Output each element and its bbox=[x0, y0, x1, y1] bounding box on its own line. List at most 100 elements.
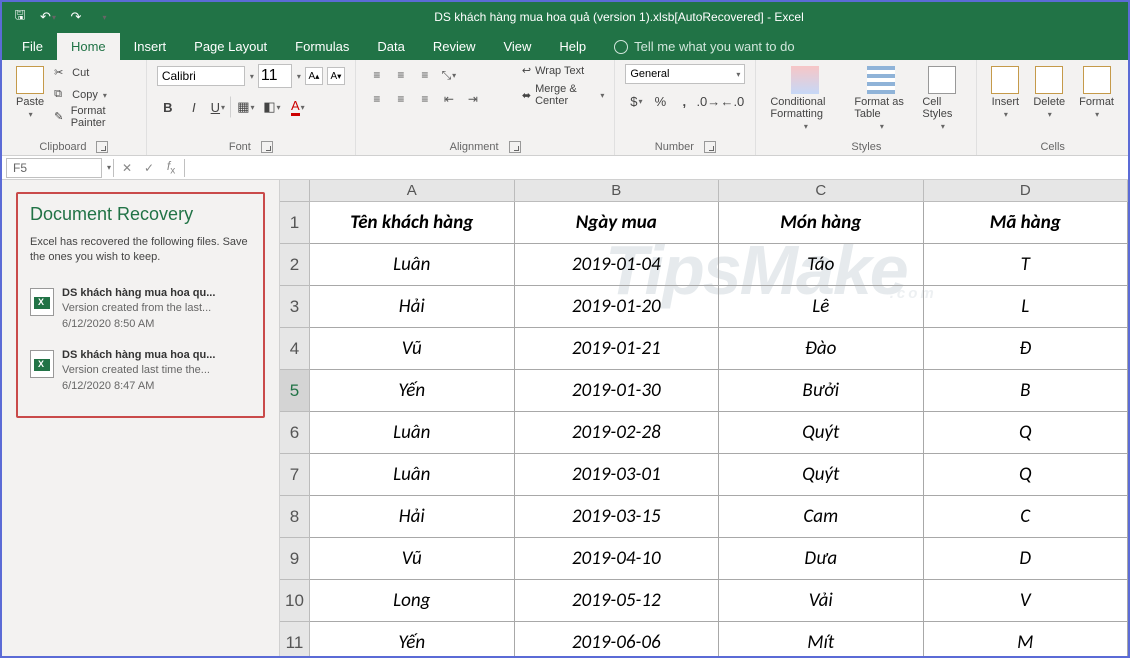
recovery-item[interactable]: DS khách hàng mua hoa qu...Version creat… bbox=[30, 278, 251, 340]
percent-format-button[interactable]: % bbox=[649, 90, 671, 112]
cell[interactable]: Món hàng bbox=[719, 202, 924, 244]
cell[interactable]: Quýt bbox=[719, 454, 924, 496]
cell[interactable]: 2019-03-15 bbox=[515, 496, 720, 538]
tab-file[interactable]: File bbox=[8, 33, 57, 60]
conditional-formatting-button[interactable]: Conditional Formatting▾ bbox=[766, 64, 844, 133]
comma-format-button[interactable]: , bbox=[673, 90, 695, 112]
cell[interactable]: M bbox=[924, 622, 1129, 656]
italic-button[interactable]: I bbox=[183, 96, 205, 118]
accounting-format-button[interactable]: $▾ bbox=[625, 90, 647, 112]
row-header[interactable]: 5 bbox=[280, 370, 310, 412]
cell[interactable]: Luân bbox=[310, 454, 515, 496]
bold-button[interactable]: B bbox=[157, 96, 179, 118]
cancel-formula-icon[interactable]: ✕ bbox=[116, 161, 138, 175]
cell[interactable]: Mã hàng bbox=[924, 202, 1129, 244]
align-bottom-button[interactable]: ≡ bbox=[414, 64, 436, 86]
font-color-button[interactable]: A▾ bbox=[287, 96, 309, 118]
underline-button[interactable]: U▾ bbox=[209, 96, 231, 118]
tab-review[interactable]: Review bbox=[419, 33, 490, 60]
cell[interactable]: C bbox=[924, 496, 1129, 538]
tab-formulas[interactable]: Formulas bbox=[281, 33, 363, 60]
font-name-select[interactable]: Calibri bbox=[157, 66, 245, 86]
save-icon[interactable]: 🖫 bbox=[12, 9, 28, 25]
cell[interactable]: 2019-01-21 bbox=[515, 328, 720, 370]
decrease-decimal-button[interactable]: ←.0 bbox=[721, 90, 743, 112]
font-launcher-icon[interactable] bbox=[261, 141, 273, 153]
column-header[interactable]: A bbox=[310, 180, 515, 202]
cell[interactable]: Vải bbox=[719, 580, 924, 622]
increase-font-button[interactable]: A▴ bbox=[305, 67, 323, 85]
row-header[interactable]: 10 bbox=[280, 580, 310, 622]
format-painter-button[interactable]: ✎Format Painter bbox=[54, 108, 136, 126]
cell[interactable]: Mít bbox=[719, 622, 924, 656]
enter-formula-icon[interactable]: ✓ bbox=[138, 161, 160, 175]
align-top-button[interactable]: ≡ bbox=[366, 64, 388, 86]
cell[interactable]: Đ bbox=[924, 328, 1129, 370]
merge-center-button[interactable]: ⬌Merge & Center ▾ bbox=[522, 83, 604, 107]
cell[interactable]: Yến bbox=[310, 622, 515, 656]
cell[interactable]: Yến bbox=[310, 370, 515, 412]
row-header[interactable]: 6 bbox=[280, 412, 310, 454]
cell[interactable]: 2019-01-20 bbox=[515, 286, 720, 328]
align-left-button[interactable]: ≡ bbox=[366, 88, 388, 110]
cell[interactable]: Ngày mua bbox=[515, 202, 720, 244]
redo-icon[interactable]: ↷ bbox=[68, 9, 84, 25]
clipboard-launcher-icon[interactable] bbox=[96, 141, 108, 153]
cell[interactable]: 2019-02-28 bbox=[515, 412, 720, 454]
cell[interactable]: Bưởi bbox=[719, 370, 924, 412]
cell-styles-button[interactable]: Cell Styles▾ bbox=[918, 64, 966, 133]
cell[interactable]: Luân bbox=[310, 412, 515, 454]
copy-button[interactable]: ⧉Copy ▾ bbox=[54, 86, 136, 104]
format-cells-button[interactable]: Format▾ bbox=[1075, 64, 1118, 121]
cell[interactable]: Hải bbox=[310, 496, 515, 538]
cell[interactable]: T bbox=[924, 244, 1129, 286]
align-right-button[interactable]: ≡ bbox=[414, 88, 436, 110]
tab-view[interactable]: View bbox=[489, 33, 545, 60]
spreadsheet-grid[interactable]: TipsMake.com ABCD 1Tên khách hàngNgày mu… bbox=[280, 180, 1128, 656]
row-header[interactable]: 2 bbox=[280, 244, 310, 286]
cell[interactable]: Q bbox=[924, 412, 1129, 454]
cell[interactable]: L bbox=[924, 286, 1129, 328]
cell[interactable]: 2019-03-01 bbox=[515, 454, 720, 496]
format-as-table-button[interactable]: Format as Table▾ bbox=[850, 64, 912, 133]
row-header[interactable]: 3 bbox=[280, 286, 310, 328]
fx-icon[interactable]: fx bbox=[160, 159, 182, 176]
align-middle-button[interactable]: ≡ bbox=[390, 64, 412, 86]
cell[interactable]: Vũ bbox=[310, 538, 515, 580]
row-header[interactable]: 4 bbox=[280, 328, 310, 370]
cell[interactable]: Táo bbox=[719, 244, 924, 286]
cell[interactable]: Vũ bbox=[310, 328, 515, 370]
cell[interactable]: 2019-06-06 bbox=[515, 622, 720, 656]
name-box[interactable]: F5 bbox=[6, 158, 102, 178]
tab-home[interactable]: Home bbox=[57, 33, 120, 60]
row-header[interactable]: 8 bbox=[280, 496, 310, 538]
column-header[interactable]: B bbox=[515, 180, 720, 202]
tab-help[interactable]: Help bbox=[545, 33, 600, 60]
column-header[interactable]: D bbox=[924, 180, 1129, 202]
column-header[interactable]: C bbox=[719, 180, 924, 202]
tab-page-layout[interactable]: Page Layout bbox=[180, 33, 281, 60]
orientation-button[interactable]: ⤡▾ bbox=[438, 64, 460, 86]
fill-color-button[interactable]: ◧▾ bbox=[261, 96, 283, 118]
cell[interactable]: 2019-05-12 bbox=[515, 580, 720, 622]
select-all-corner[interactable] bbox=[280, 180, 310, 202]
cell[interactable]: Dưa bbox=[719, 538, 924, 580]
cell[interactable]: Đào bbox=[719, 328, 924, 370]
tab-insert[interactable]: Insert bbox=[120, 33, 181, 60]
insert-cells-button[interactable]: Insert▾ bbox=[987, 64, 1023, 121]
qat-customize-icon[interactable]: ▾ bbox=[96, 9, 112, 25]
cell[interactable]: D bbox=[924, 538, 1129, 580]
row-header[interactable]: 7 bbox=[280, 454, 310, 496]
number-launcher-icon[interactable] bbox=[704, 141, 716, 153]
row-header[interactable]: 9 bbox=[280, 538, 310, 580]
tab-data[interactable]: Data bbox=[363, 33, 418, 60]
row-header[interactable]: 1 bbox=[280, 202, 310, 244]
decrease-font-button[interactable]: A▾ bbox=[327, 67, 345, 85]
cell[interactable]: Long bbox=[310, 580, 515, 622]
wrap-text-button[interactable]: ↩Wrap Text bbox=[522, 64, 604, 77]
delete-cells-button[interactable]: Delete▾ bbox=[1029, 64, 1069, 121]
cell[interactable]: Luân bbox=[310, 244, 515, 286]
cell[interactable]: 2019-01-30 bbox=[515, 370, 720, 412]
cell[interactable]: Q bbox=[924, 454, 1129, 496]
cell[interactable]: B bbox=[924, 370, 1129, 412]
